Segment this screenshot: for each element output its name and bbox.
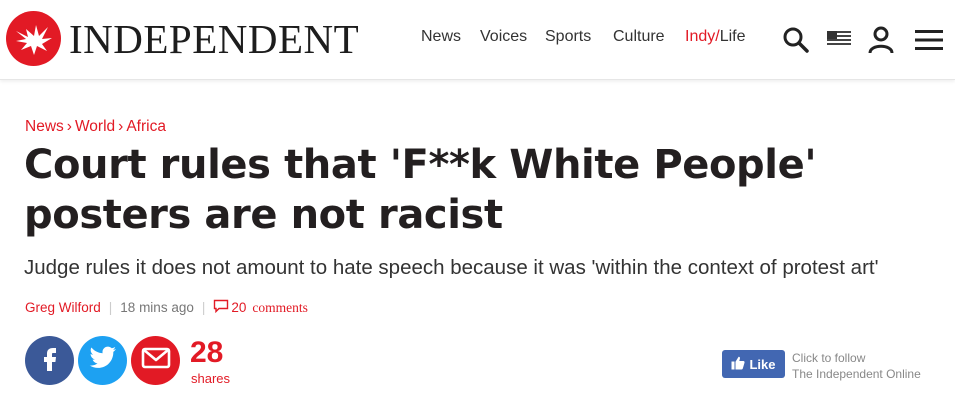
nav-item-culture[interactable]: Culture xyxy=(613,28,665,46)
nav-item-news[interactable]: News xyxy=(421,28,461,46)
headline-line-2: posters are not racist xyxy=(24,192,503,238)
share-count: 28 xyxy=(190,336,224,369)
nav-item-indy-life[interactable]: Indy/Life xyxy=(685,28,745,46)
envelope-icon xyxy=(141,347,171,374)
twitter-share-button[interactable] xyxy=(78,336,127,385)
breadcrumb: News › World › Africa xyxy=(25,118,166,136)
byline: Greg Wilford | 18 mins ago | 20 comments xyxy=(25,299,308,316)
nav-item-voices[interactable]: Voices xyxy=(480,28,527,46)
author-link[interactable]: Greg Wilford xyxy=(25,300,101,315)
share-label: shares xyxy=(191,371,231,386)
thumbs-up-icon xyxy=(731,356,746,373)
article-standfirst: Judge rules it does not amount to hate s… xyxy=(24,256,879,279)
comments-link[interactable]: 20 comments xyxy=(213,299,308,316)
comment-count: 20 xyxy=(231,300,247,315)
facebook-icon xyxy=(40,344,60,377)
breadcrumb-separator: › xyxy=(118,118,124,135)
breadcrumb-africa[interactable]: Africa xyxy=(126,118,166,135)
user-icon[interactable] xyxy=(866,24,896,56)
email-share-button[interactable] xyxy=(131,336,180,385)
byline-divider: | xyxy=(201,300,206,315)
brand-wordmark[interactable]: INDEPENDENT xyxy=(69,14,359,64)
site-header: INDEPENDENT News Voices Sports Culture I… xyxy=(0,0,955,80)
breadcrumb-separator: › xyxy=(66,118,72,135)
follow-line-2: The Independent Online xyxy=(792,367,921,381)
comment-label: comments xyxy=(252,299,308,315)
facebook-share-button[interactable] xyxy=(25,336,74,385)
breadcrumb-news[interactable]: News xyxy=(25,118,64,135)
facebook-like-button[interactable]: Like xyxy=(722,350,785,378)
breadcrumb-world[interactable]: World xyxy=(75,118,115,135)
headline-line-1: Court rules that 'F**k White People' xyxy=(24,142,817,188)
follow-prompt: Click to follow The Independent Online xyxy=(792,350,921,382)
comment-bubble-icon xyxy=(213,299,229,316)
nav-item-sports[interactable]: Sports xyxy=(545,28,591,46)
byline-divider: | xyxy=(108,300,113,315)
search-icon[interactable] xyxy=(780,24,812,56)
article-headline: Court rules that 'F**k White People' pos… xyxy=(24,140,944,240)
like-label: Like xyxy=(749,356,776,372)
nav-life-label: Life xyxy=(719,28,746,45)
publish-time: 18 mins ago xyxy=(120,300,194,315)
twitter-bird-icon xyxy=(89,346,117,375)
us-flag-icon[interactable] xyxy=(826,29,852,49)
nav-indy-label: Indy/ xyxy=(685,28,720,45)
eagle-logo-icon[interactable] xyxy=(6,11,61,66)
follow-line-1: Click to follow xyxy=(792,351,866,365)
menu-icon[interactable] xyxy=(913,26,945,54)
